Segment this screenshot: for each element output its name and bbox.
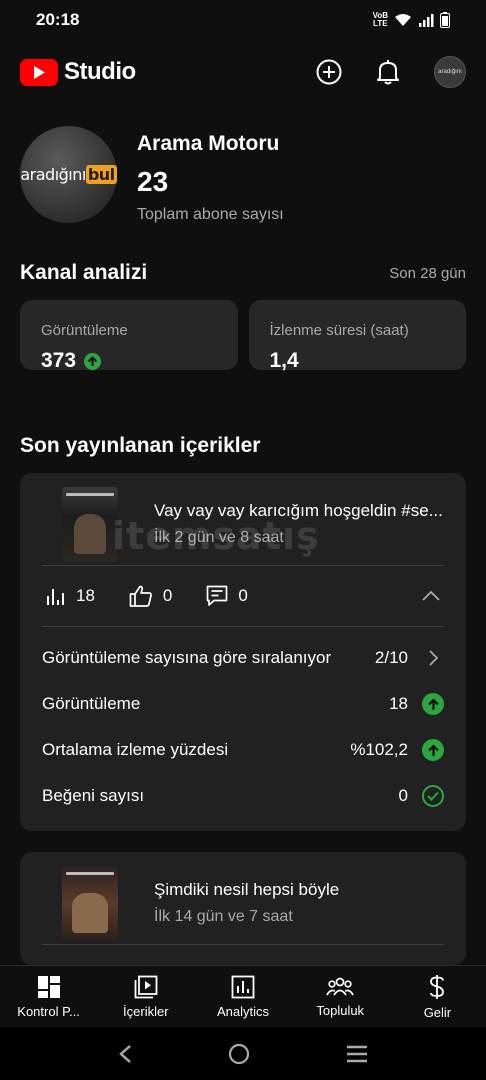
video-title: Şimdiki nesil hepsi böyle	[154, 880, 340, 899]
recent-video-card: Vay vay vay karıcığım hoşgeldin #se... İ…	[20, 473, 466, 831]
chevron-up-icon[interactable]	[422, 591, 440, 601]
stat-label: İzlenme süresi (saat)	[269, 322, 409, 339]
recent-content-title: Son yayınlanan içerikler	[20, 434, 261, 457]
analytics-period: Son 28 gün	[389, 264, 466, 282]
subscriber-label: Toplam abone sayısı	[137, 206, 284, 223]
studio-logo[interactable]: Studio	[20, 58, 136, 86]
battery-icon	[440, 12, 450, 28]
trend-up-icon	[422, 739, 444, 761]
back-icon[interactable]	[118, 1044, 132, 1064]
create-icon[interactable]	[316, 59, 342, 85]
analytics-icon	[231, 975, 255, 998]
stats-row-value: 2/10	[374, 648, 408, 667]
app-bar: Studio aradığını	[0, 40, 486, 104]
bottom-nav: Kontrol P... İçerikler Analytics Toplulu…	[0, 965, 486, 1027]
status-time: 20:18	[36, 10, 80, 29]
recents-icon[interactable]	[346, 1045, 368, 1063]
network-type-label: VoB LTE	[372, 11, 388, 28]
signal-icon	[419, 14, 434, 27]
stats-row-value: 18	[389, 694, 408, 713]
channel-name: Arama Motoru	[137, 132, 280, 155]
nav-community[interactable]: Topluluk	[292, 966, 389, 1027]
video-row[interactable]: Vay vay vay karıcığım hoşgeldin #se... İ…	[20, 473, 466, 565]
nav-dashboard[interactable]: Kontrol P...	[0, 966, 97, 1027]
logo-text: Studio	[64, 58, 136, 85]
app-bar-actions: aradığını	[316, 56, 466, 88]
nav-earn[interactable]: Gelir	[389, 966, 486, 1027]
dashboard-icon	[37, 975, 60, 998]
channel-avatar[interactable]: aradığını bul	[20, 126, 117, 223]
analytics-cards: Görüntüleme 373 İzlenme süresi (saat) 1,…	[20, 300, 466, 373]
trend-up-icon	[84, 352, 102, 370]
wifi-icon	[395, 14, 411, 26]
youtube-logo-icon	[20, 58, 58, 86]
nav-label: İçerikler	[123, 1003, 169, 1019]
stats-row-label: Görüntüleme sayısına göre sıralanıyor	[42, 648, 332, 667]
channel-avatar-logo: aradığını bul	[20, 165, 117, 184]
stats-row-value: %102,2	[350, 740, 408, 759]
chevron-right-icon	[422, 647, 444, 669]
comments-metric: 0	[206, 585, 248, 607]
nav-label: Topluluk	[316, 1002, 365, 1018]
system-navigation-bar	[0, 1027, 486, 1080]
analytics-title: Kanal analizi	[20, 261, 148, 284]
notifications-bell-icon[interactable]	[376, 59, 400, 85]
video-meta: Şimdiki nesil hepsi böyle İlk 14 gün ve …	[154, 880, 339, 926]
community-icon	[326, 977, 354, 995]
status-bar: 20:18 VoB LTE	[0, 0, 486, 40]
bar-chart-icon	[47, 589, 64, 605]
channel-info: Arama Motoru 23 Toplam abone sayısı	[137, 132, 284, 224]
trend-up-icon	[422, 693, 444, 715]
avg-view-percentage-row: Ortalama izleme yüzdesi %102,2	[42, 727, 444, 773]
nav-label: Gelir	[423, 1004, 452, 1020]
watch-time-stat-card[interactable]: İzlenme süresi (saat) 1,4	[248, 300, 466, 372]
video-time: İlk 2 gün ve 8 saat	[154, 529, 284, 546]
video-title: Vay vay vay karıcığım hoşgeldin #se...	[154, 501, 443, 520]
recent-content-header: Son yayınlanan içerikler	[20, 431, 466, 461]
likes-row: Beğeni sayısı 0	[42, 773, 444, 819]
video-meta: Vay vay vay karıcığım hoşgeldin #se... İ…	[154, 501, 443, 547]
home-icon[interactable]	[228, 1043, 250, 1065]
thumbs-up-icon	[129, 585, 152, 607]
views-metric: 18	[46, 586, 95, 606]
dollar-icon	[430, 974, 445, 999]
stats-row-label: Ortalama izleme yüzdesi	[42, 740, 229, 759]
divider	[42, 944, 444, 945]
video-stats-list: Görüntüleme sayısına göre sıralanıyor 2/…	[20, 627, 466, 829]
nav-analytics[interactable]: Analytics	[194, 966, 291, 1027]
stat-value: 373	[41, 349, 217, 373]
nav-content[interactable]: İçerikler	[97, 966, 194, 1027]
content-icon	[134, 975, 158, 998]
recent-video-card: Şimdiki nesil hepsi böyle İlk 14 gün ve …	[20, 852, 466, 965]
views-stat-card[interactable]: Görüntüleme 373	[20, 300, 238, 373]
status-icons: VoB LTE	[373, 12, 450, 28]
video-metrics-bar: 18 0 0	[20, 566, 466, 626]
stats-row-value: 0	[398, 786, 408, 805]
stat-label: Görüntüleme	[41, 322, 128, 339]
stats-row-label: Beğeni sayısı	[42, 786, 145, 805]
video-thumbnail	[62, 865, 118, 941]
video-time: İlk 14 gün ve 7 saat	[154, 908, 293, 925]
account-avatar[interactable]: aradığını	[434, 56, 466, 88]
likes-metric: 0	[129, 585, 172, 607]
analytics-section-header: Kanal analizi Son 28 gün	[20, 258, 466, 288]
subscriber-count: 23	[137, 166, 169, 197]
check-circle-icon	[422, 785, 444, 807]
stats-row-label: Görüntüleme	[42, 694, 141, 713]
comment-icon	[207, 585, 228, 606]
video-row[interactable]: Şimdiki nesil hepsi böyle İlk 14 gün ve …	[20, 852, 466, 944]
nav-label: Analytics	[216, 1003, 270, 1019]
video-thumbnail	[62, 486, 118, 562]
nav-label: Kontrol P...	[17, 1003, 80, 1019]
channel-header: aradığını bul Arama Motoru 23 Toplam abon…	[20, 126, 284, 224]
views-row: Görüntüleme 18	[42, 681, 444, 727]
ranking-row[interactable]: Görüntüleme sayısına göre sıralanıyor 2/…	[42, 635, 444, 681]
stat-value: 1,4	[269, 349, 299, 372]
